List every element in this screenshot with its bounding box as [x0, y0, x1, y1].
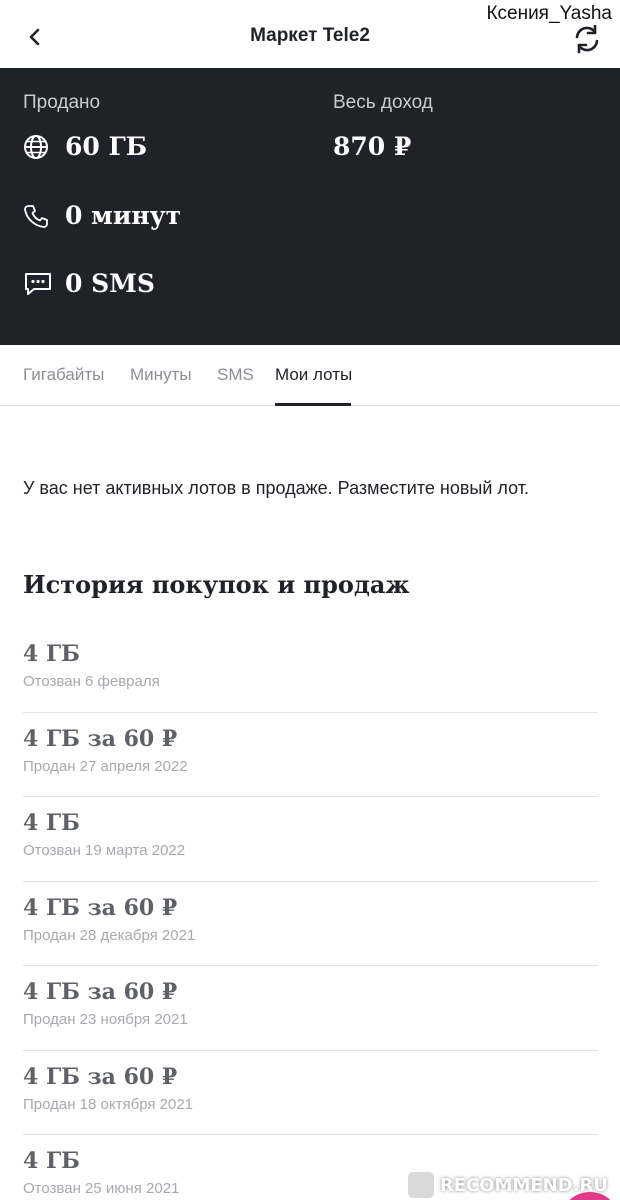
history-item-amount: 4 ГБ: [23, 1148, 80, 1174]
sold-minutes-value: 0 минут: [65, 201, 182, 230]
history-title: История покупок и продаж: [23, 570, 410, 599]
tab-bar: Гигабайты Минуты SMS Мои лоты: [0, 345, 620, 406]
history-item-amount: 4 ГБ за 60 ₽: [23, 894, 178, 921]
tab-my-lots[interactable]: Мои лоты: [275, 365, 352, 385]
active-tab-indicator: [275, 403, 351, 406]
page-title: Маркет Tele2: [250, 25, 370, 46]
history-list: 4 ГБ Отозван 6 февраля 4 ГБ за 60 ₽ Прод…: [0, 628, 620, 1200]
tab-sms[interactable]: SMS: [217, 365, 254, 385]
phone-icon: [24, 204, 48, 228]
sold-sms-row: 0 SMS: [23, 269, 155, 298]
history-item-amount: 4 ГБ за 60 ₽: [23, 979, 178, 1005]
refresh-button[interactable]: [570, 22, 604, 56]
history-item-status: Отозван 19 марта 2022: [23, 842, 186, 859]
empty-lots-message: У вас нет активных лотов в продаже. Разм…: [23, 478, 529, 498]
history-item-amount: 4 ГБ за 60 ₽: [23, 1063, 178, 1090]
history-item-amount: 4 ГБ за 60 ₽: [23, 725, 178, 752]
history-item[interactable]: 4 ГБ за 60 ₽ Продан 23 ноября 2021: [23, 966, 598, 1051]
sold-data-row: 60 ГБ: [23, 132, 147, 161]
history-item[interactable]: 4 ГБ за 60 ₽ Продан 18 октября 2021: [23, 1051, 598, 1135]
history-item-amount: 4 ГБ: [23, 641, 80, 667]
sold-sms-value: 0 SMS: [65, 269, 155, 298]
income-value: 870 ₽: [333, 132, 412, 161]
history-item-status: Продан 27 апреля 2022: [23, 757, 188, 775]
history-item-status: Отозван 25 июня 2021: [23, 1180, 180, 1197]
sold-label: Продано: [23, 92, 101, 113]
tab-gigabytes[interactable]: Гигабайты: [23, 365, 104, 385]
refresh-icon: [575, 24, 599, 54]
income-label: Весь доход: [333, 92, 433, 113]
history-item-amount: 4 ГБ: [23, 810, 80, 836]
message-icon: [25, 272, 51, 295]
watermark-logo-icon: [407, 1172, 434, 1198]
globe-icon: [24, 134, 48, 159]
history-item-status: Продан 18 октября 2021: [23, 1095, 194, 1113]
history-item[interactable]: 4 ГБ за 60 ₽ Продан 27 апреля 2022: [23, 713, 598, 797]
income-row: 870 ₽: [333, 132, 411, 161]
sold-data-value: 60 ГБ: [65, 132, 148, 161]
history-item[interactable]: 4 ГБ за 60 ₽ Продан 28 декабря 2021: [23, 882, 598, 966]
history-item-status: Продан 23 ноября 2021: [23, 1011, 188, 1028]
history-item-status: Продан 28 декабря 2021: [23, 926, 196, 944]
history-item-status: Отозван 6 февраля: [23, 673, 160, 690]
history-item[interactable]: 4 ГБ Отозван 6 февраля: [23, 628, 598, 713]
top-bar: Маркет Tele2 Ксения_Yasha: [0, 0, 620, 68]
history-item[interactable]: 4 ГБ Отозван 19 марта 2022: [23, 797, 598, 882]
sold-minutes-row: 0 минут: [23, 201, 181, 230]
tab-minutes[interactable]: Минуты: [130, 365, 192, 385]
stats-panel: Продано Весь доход 60 ГБ 870 ₽ 0 минут 0…: [0, 68, 620, 345]
